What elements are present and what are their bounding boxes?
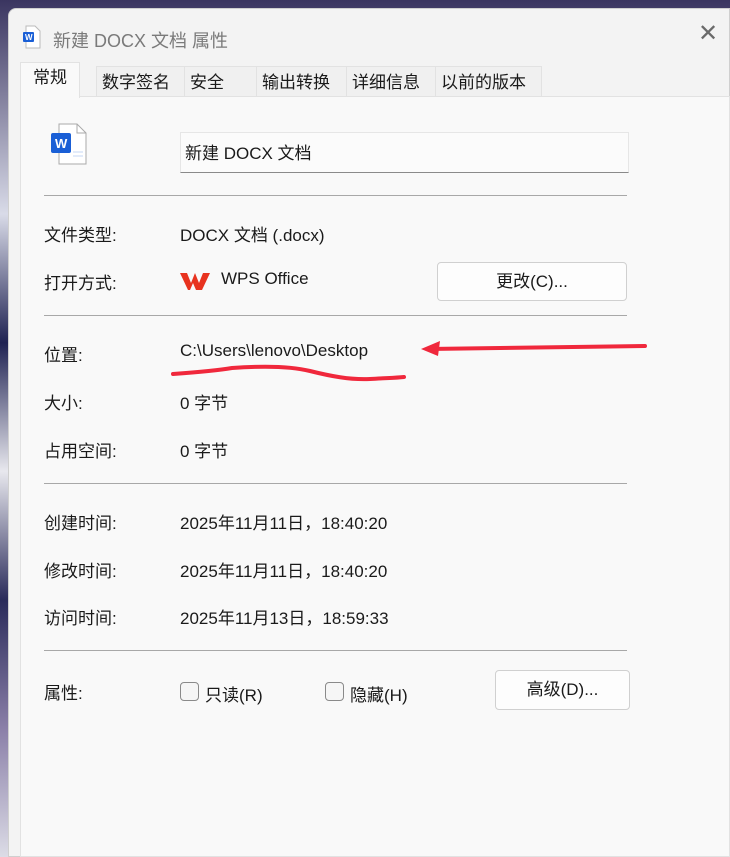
red-annotation bbox=[171, 341, 647, 382]
tab-general[interactable]: 常规 bbox=[20, 62, 80, 98]
annotation-arrow bbox=[426, 344, 647, 351]
annotation-underline bbox=[171, 364, 406, 382]
annotation-arrowhead bbox=[421, 341, 440, 356]
